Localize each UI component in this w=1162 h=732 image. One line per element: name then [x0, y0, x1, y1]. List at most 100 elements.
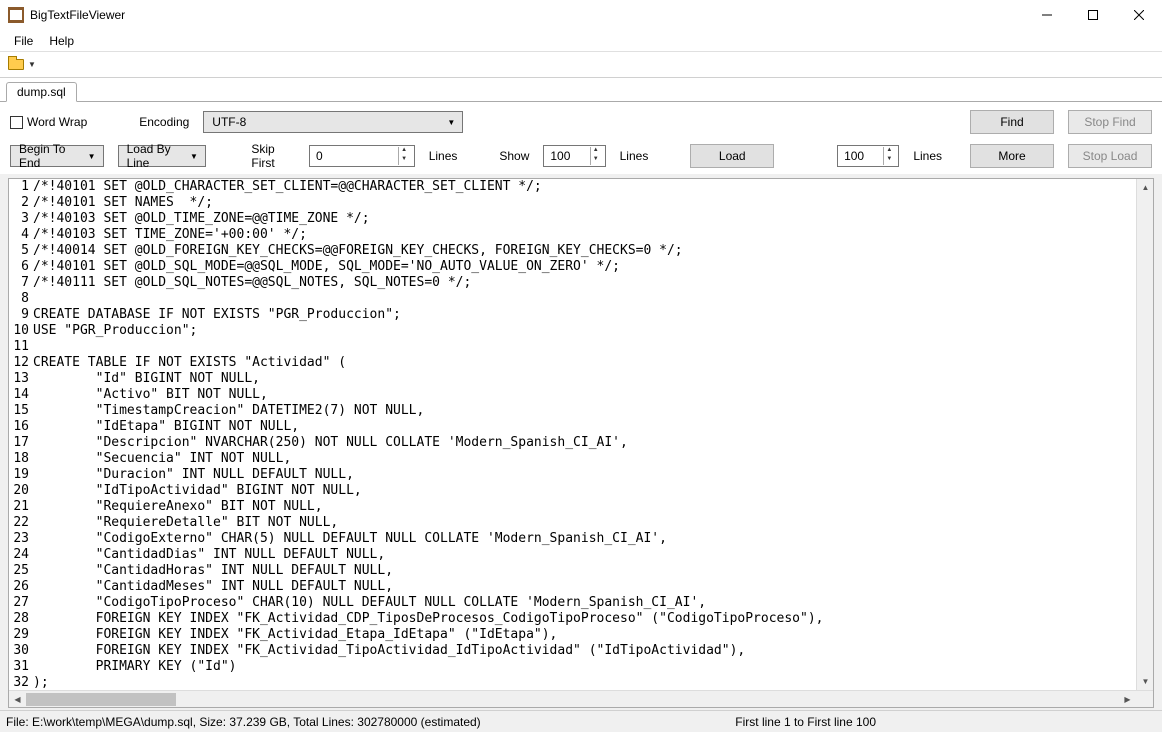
line-number: 32 [9, 675, 33, 690]
code-line[interactable]: 32); [9, 675, 1136, 690]
encoding-value: UTF-8 [208, 115, 444, 129]
show-value[interactable] [548, 148, 589, 164]
spinner-icon[interactable]: ▲▼ [883, 147, 894, 165]
minimize-button[interactable] [1024, 0, 1070, 30]
code-line[interactable]: 31 PRIMARY KEY ("Id") [9, 659, 1136, 675]
code-line[interactable]: 5/*!40014 SET @OLD_FOREIGN_KEY_CHECKS=@@… [9, 243, 1136, 259]
line-number: 29 [9, 627, 33, 643]
scroll-right-icon[interactable]: ▶ [1119, 691, 1136, 708]
code-line[interactable]: 21 "RequiereAnexo" BIT NOT NULL, [9, 499, 1136, 515]
code-line[interactable]: 28 FOREIGN KEY INDEX "FK_Actividad_CDP_T… [9, 611, 1136, 627]
code-line[interactable]: 17 "Descripcion" NVARCHAR(250) NOT NULL … [9, 435, 1136, 451]
page-input[interactable]: ▲▼ [837, 145, 899, 167]
line-number: 20 [9, 483, 33, 499]
line-number: 21 [9, 499, 33, 515]
open-dropdown-icon[interactable]: ▼ [28, 60, 36, 69]
line-number: 17 [9, 435, 33, 451]
line-text: USE "PGR_Produccion"; [33, 323, 1136, 339]
page-value[interactable] [842, 148, 883, 164]
load-button[interactable]: Load [690, 144, 774, 168]
skip-first-input[interactable]: ▲▼ [309, 145, 415, 167]
line-number: 25 [9, 563, 33, 579]
code-line[interactable]: 6/*!40101 SET @OLD_SQL_MODE=@@SQL_MODE, … [9, 259, 1136, 275]
scroll-left-icon[interactable]: ◀ [9, 691, 26, 708]
word-wrap-checkbox[interactable]: Word Wrap [10, 115, 87, 129]
menu-help[interactable]: Help [41, 32, 82, 50]
line-number: 15 [9, 403, 33, 419]
stop-find-button[interactable]: Stop Find [1068, 110, 1152, 134]
code-line[interactable]: 30 FOREIGN KEY INDEX "FK_Actividad_TipoA… [9, 643, 1136, 659]
direction-select[interactable]: Begin To End ▼ [10, 145, 104, 167]
code-line[interactable]: 2/*!40101 SET NAMES */; [9, 195, 1136, 211]
line-number: 11 [9, 339, 33, 355]
code-line[interactable]: 22 "RequiereDetalle" BIT NOT NULL, [9, 515, 1136, 531]
show-input[interactable]: ▲▼ [543, 145, 605, 167]
scroll-down-icon[interactable]: ▼ [1137, 673, 1153, 690]
horizontal-scrollbar[interactable]: ◀ ▶ [9, 690, 1153, 707]
window-title: BigTextFileViewer [30, 8, 125, 22]
maximize-button[interactable] [1070, 0, 1116, 30]
line-number: 24 [9, 547, 33, 563]
code-line[interactable]: 13 "Id" BIGINT NOT NULL, [9, 371, 1136, 387]
code-line[interactable]: 19 "Duracion" INT NULL DEFAULT NULL, [9, 467, 1136, 483]
open-file-button[interactable] [6, 56, 26, 74]
load-mode-value: Load By Line [123, 142, 187, 170]
code-line[interactable]: 26 "CantidadMeses" INT NULL DEFAULT NULL… [9, 579, 1136, 595]
code-line[interactable]: 25 "CantidadHoras" INT NULL DEFAULT NULL… [9, 563, 1136, 579]
code-line[interactable]: 29 FOREIGN KEY INDEX "FK_Actividad_Etapa… [9, 627, 1136, 643]
code-line[interactable]: 3/*!40103 SET @OLD_TIME_ZONE=@@TIME_ZONE… [9, 211, 1136, 227]
code-line[interactable]: 24 "CantidadDias" INT NULL DEFAULT NULL, [9, 547, 1136, 563]
line-text: "CantidadMeses" INT NULL DEFAULT NULL, [33, 579, 1136, 595]
stop-load-button[interactable]: Stop Load [1068, 144, 1152, 168]
checkbox-icon [10, 116, 23, 129]
code-line[interactable]: 8 [9, 291, 1136, 307]
line-text: PRIMARY KEY ("Id") [33, 659, 1136, 675]
line-number: 27 [9, 595, 33, 611]
line-number: 16 [9, 419, 33, 435]
line-text: /*!40103 SET @OLD_TIME_ZONE=@@TIME_ZONE … [33, 211, 1136, 227]
more-button[interactable]: More [970, 144, 1054, 168]
spinner-icon[interactable]: ▲▼ [398, 147, 410, 165]
load-mode-select[interactable]: Load By Line ▼ [118, 145, 206, 167]
code-line[interactable]: 11 [9, 339, 1136, 355]
tab-dump-sql[interactable]: dump.sql [6, 82, 77, 102]
code-line[interactable]: 12CREATE TABLE IF NOT EXISTS "Actividad"… [9, 355, 1136, 371]
encoding-select[interactable]: UTF-8 ▼ [203, 111, 463, 133]
code-line[interactable]: 1/*!40101 SET @OLD_CHARACTER_SET_CLIENT=… [9, 179, 1136, 195]
line-number: 9 [9, 307, 33, 323]
line-number: 1 [9, 179, 33, 195]
code-line[interactable]: 14 "Activo" BIT NOT NULL, [9, 387, 1136, 403]
line-number: 18 [9, 451, 33, 467]
find-button[interactable]: Find [970, 110, 1054, 134]
close-button[interactable] [1116, 0, 1162, 30]
line-number: 6 [9, 259, 33, 275]
code-line[interactable]: 27 "CodigoTipoProceso" CHAR(10) NULL DEF… [9, 595, 1136, 611]
skip-first-value[interactable] [314, 148, 398, 164]
scroll-up-icon[interactable]: ▲ [1137, 179, 1153, 196]
code-area[interactable]: 1/*!40101 SET @OLD_CHARACTER_SET_CLIENT=… [9, 179, 1136, 690]
code-line[interactable]: 9CREATE DATABASE IF NOT EXISTS "PGR_Prod… [9, 307, 1136, 323]
code-line[interactable]: 16 "IdEtapa" BIGINT NOT NULL, [9, 419, 1136, 435]
code-line[interactable]: 23 "CodigoExterno" CHAR(5) NULL DEFAULT … [9, 531, 1136, 547]
spinner-icon[interactable]: ▲▼ [590, 147, 601, 165]
scroll-thumb[interactable] [26, 693, 176, 706]
skip-first-label: Skip First [251, 142, 295, 170]
line-number: 7 [9, 275, 33, 291]
code-line[interactable]: 4/*!40103 SET TIME_ZONE='+00:00' */; [9, 227, 1136, 243]
line-number: 12 [9, 355, 33, 371]
tab-row: dump.sql [0, 78, 1162, 102]
line-number: 13 [9, 371, 33, 387]
menu-file[interactable]: File [6, 32, 41, 50]
line-text: "Secuencia" INT NOT NULL, [33, 451, 1136, 467]
line-number: 2 [9, 195, 33, 211]
line-text: ); [33, 675, 1136, 690]
code-line[interactable]: 7/*!40111 SET @OLD_SQL_NOTES=@@SQL_NOTES… [9, 275, 1136, 291]
folder-icon [8, 59, 24, 70]
code-line[interactable]: 10USE "PGR_Produccion"; [9, 323, 1136, 339]
vertical-scrollbar[interactable]: ▲ ▼ [1136, 179, 1153, 690]
code-line[interactable]: 15 "TimestampCreacion" DATETIME2(7) NOT … [9, 403, 1136, 419]
code-line[interactable]: 20 "IdTipoActividad" BIGINT NOT NULL, [9, 483, 1136, 499]
text-viewer: 1/*!40101 SET @OLD_CHARACTER_SET_CLIENT=… [8, 178, 1154, 708]
code-line[interactable]: 18 "Secuencia" INT NOT NULL, [9, 451, 1136, 467]
direction-value: Begin To End [15, 142, 85, 170]
